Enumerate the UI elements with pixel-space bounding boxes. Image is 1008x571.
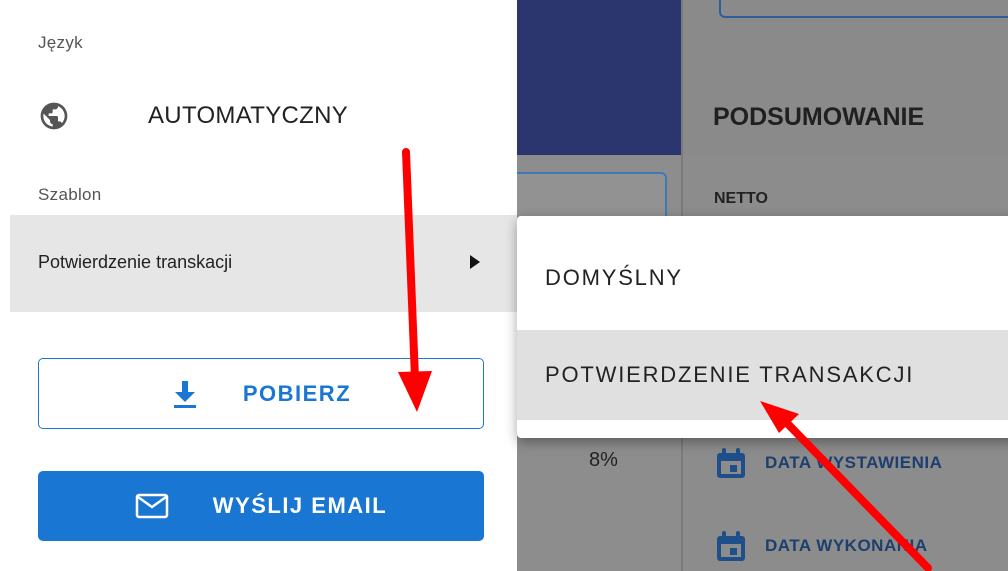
template-select[interactable]: Potwierdzenie transkacji	[10, 215, 517, 312]
download-icon	[171, 379, 199, 409]
download-label: POBIERZ	[242, 380, 352, 406]
language-value: AUTOMATYCZNY	[148, 102, 349, 129]
template-submenu: DOMYŚLNY POTWIERDZENIE TRANSAKCJI	[517, 216, 1008, 438]
header-band	[517, 0, 681, 155]
top-field	[719, 0, 1008, 18]
percent-value: 8%	[589, 449, 618, 471]
calendar-icon	[717, 448, 745, 478]
language-select[interactable]: AUTOMATYCZNY	[38, 100, 348, 132]
email-icon	[135, 493, 169, 519]
date-issued-label: DATA WYSTAWIENIA	[765, 453, 943, 472]
send-email-label: WYŚLIJ EMAIL	[212, 493, 388, 518]
globe-icon	[40, 102, 68, 130]
template-label: Szablon	[38, 185, 102, 204]
language-label: Język	[38, 33, 83, 52]
date-executed-row: DATA WYKONANIA	[717, 531, 928, 561]
date-executed-label: DATA WYKONANIA	[765, 536, 928, 555]
summary-title: PODSUMOWANIE	[713, 103, 925, 131]
send-email-button[interactable]: WYŚLIJ EMAIL	[38, 471, 484, 541]
template-value: Potwierdzenie transkacji	[38, 252, 233, 272]
download-button[interactable]: POBIERZ	[38, 358, 484, 429]
submenu-item-transaction-confirmation[interactable]: POTWIERDZENIE TRANSAKCJI	[517, 330, 1008, 420]
print-settings-panel: Język AUTOMATYCZNY Szablon Potwierdzenie…	[0, 0, 517, 571]
calendar-icon	[717, 531, 745, 561]
date-issued-row: DATA WYSTAWIENIA	[717, 448, 942, 478]
netto-label: NETTO	[714, 190, 768, 207]
submenu-item-default[interactable]: DOMYŚLNY	[517, 241, 1008, 315]
triangle-right-icon	[470, 255, 480, 269]
